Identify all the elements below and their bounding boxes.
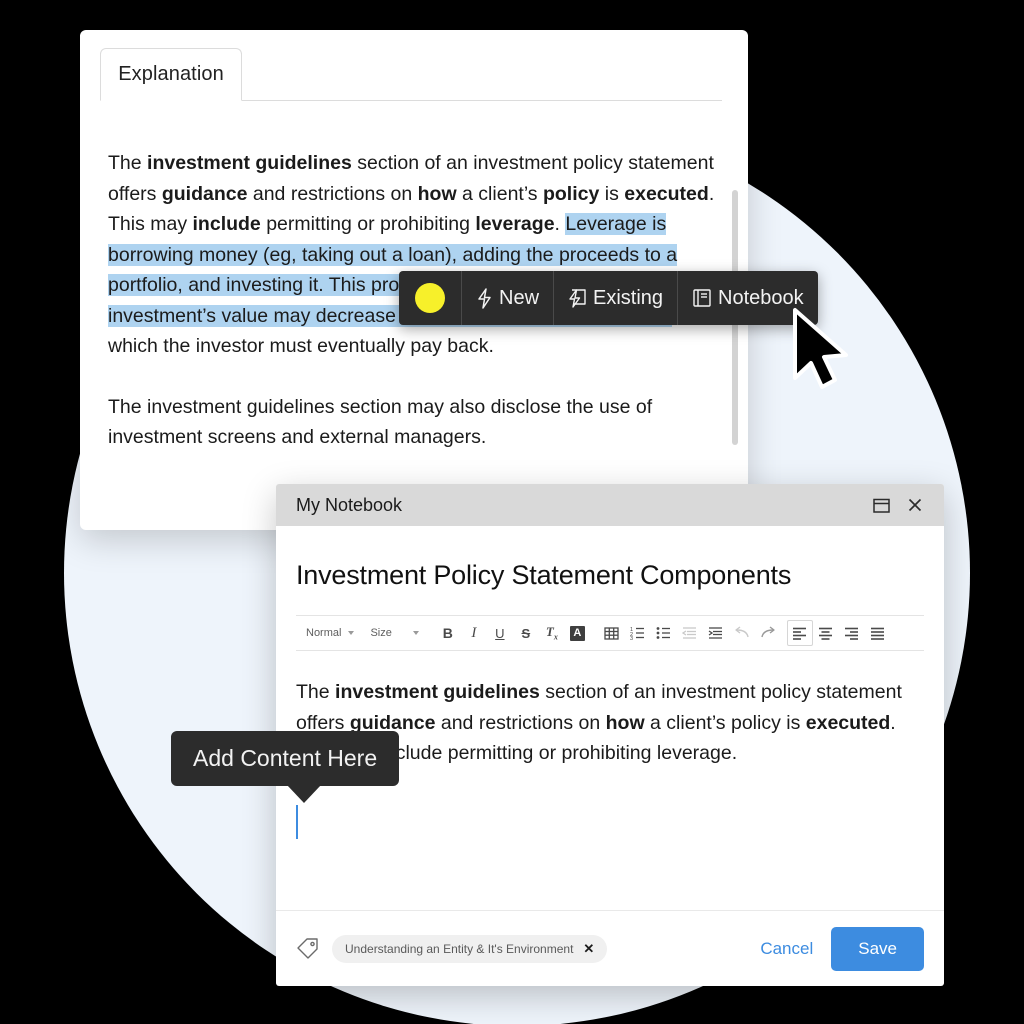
redo-button[interactable] bbox=[755, 620, 781, 646]
save-button[interactable]: Save bbox=[831, 926, 924, 971]
lightning-bolt-in-square-icon bbox=[568, 288, 587, 309]
restore-window-icon[interactable] bbox=[866, 490, 896, 520]
highlight-color-swatch-button[interactable] bbox=[399, 271, 462, 325]
svg-text:3: 3 bbox=[630, 636, 633, 640]
toolbar-notebook-button[interactable]: Notebook bbox=[678, 271, 818, 325]
outdent-button[interactable] bbox=[677, 620, 703, 646]
chevron-down-icon bbox=[412, 631, 419, 635]
book-icon bbox=[692, 288, 712, 308]
tab-explanation[interactable]: Explanation bbox=[100, 48, 242, 101]
notebook-document-title[interactable]: Investment Policy Statement Components bbox=[276, 526, 944, 591]
text-run-bold: executed bbox=[624, 182, 709, 205]
tab-explanation-label: Explanation bbox=[118, 63, 224, 85]
explanation-paragraph-2: The investment guidelines section may al… bbox=[108, 395, 653, 449]
style-dropdown[interactable]: Normal bbox=[298, 627, 362, 639]
size-dropdown[interactable]: Size bbox=[362, 627, 434, 639]
tag-chip[interactable]: Understanding an Entity & It's Environme… bbox=[332, 934, 608, 963]
ordered-list-button[interactable]: 1 2 3 bbox=[625, 620, 651, 646]
highlight-action-toolbar: New Existing Notebook bbox=[399, 271, 818, 325]
text-run: a client’s bbox=[456, 182, 543, 205]
lightning-bolt-icon bbox=[476, 287, 493, 309]
align-justify-button[interactable] bbox=[865, 620, 891, 646]
notebook-editor-area[interactable]: The investment guidelines section of an … bbox=[296, 677, 924, 927]
text-run: The bbox=[108, 152, 148, 174]
text-run-bold: guidance bbox=[161, 182, 248, 205]
text-color-button[interactable]: A bbox=[565, 620, 593, 646]
text-run: which the investor must eventually pay b… bbox=[108, 335, 494, 357]
text-run: a client’s policy is bbox=[644, 711, 806, 734]
add-content-tooltip: Add Content Here bbox=[171, 731, 400, 803]
text-run-bold: investment guidelines bbox=[147, 152, 352, 174]
notebook-titlebar: My Notebook bbox=[276, 484, 944, 526]
bullet-list-button[interactable] bbox=[651, 620, 677, 646]
text-run-bold: policy bbox=[542, 182, 600, 205]
text-run: is bbox=[599, 182, 625, 205]
insert-table-button[interactable] bbox=[599, 620, 625, 646]
rich-text-toolbar: Normal Size B I U S Tx A 1 2 3 bbox=[296, 615, 924, 651]
align-right-button[interactable] bbox=[839, 620, 865, 646]
text-run-bold: leverage bbox=[475, 213, 555, 235]
notebook-window-title: My Notebook bbox=[296, 494, 403, 515]
text-run-bold: how bbox=[605, 711, 645, 734]
text-cursor-caret bbox=[296, 805, 298, 839]
text-run: and restrictions on bbox=[435, 711, 606, 734]
text-run-bold: executed bbox=[805, 711, 891, 734]
screenshot-stage: Explanation The investment guidelines se… bbox=[0, 0, 1024, 1024]
tag-icon[interactable] bbox=[296, 937, 320, 961]
toolbar-new-button[interactable]: New bbox=[462, 271, 555, 325]
text-run: and restrictions on bbox=[247, 182, 418, 205]
tab-strip: Explanation bbox=[80, 48, 748, 128]
undo-button[interactable] bbox=[729, 620, 755, 646]
text-run-bold: investment guidelines bbox=[335, 681, 540, 703]
text-run: permitting or prohibiting bbox=[260, 213, 476, 235]
bold-button[interactable]: B bbox=[435, 620, 461, 646]
tag-remove-icon[interactable]: ✕ bbox=[583, 941, 594, 957]
size-dropdown-label: Size bbox=[370, 627, 392, 639]
clear-format-button[interactable]: Tx bbox=[539, 620, 565, 646]
toolbar-existing-label: Existing bbox=[593, 286, 664, 309]
yellow-circle-icon bbox=[415, 283, 445, 313]
cancel-button[interactable]: Cancel bbox=[742, 931, 831, 967]
toolbar-new-label: New bbox=[499, 286, 540, 309]
notebook-footer: Understanding an Entity & It's Environme… bbox=[276, 910, 944, 986]
indent-button[interactable] bbox=[703, 620, 729, 646]
text-run-bold: include bbox=[192, 213, 261, 235]
toolbar-existing-button[interactable]: Existing bbox=[554, 271, 679, 325]
chevron-down-icon bbox=[348, 631, 355, 635]
explanation-body: The investment guidelines section of an … bbox=[108, 148, 728, 508]
strikethrough-button[interactable]: S bbox=[513, 620, 539, 646]
align-left-button[interactable] bbox=[786, 620, 813, 646]
text-run-bold: how bbox=[417, 182, 457, 205]
text-run: . bbox=[554, 213, 566, 235]
underline-button[interactable]: U bbox=[487, 620, 513, 646]
tag-chip-label: Understanding an Entity & It's Environme… bbox=[345, 941, 574, 956]
italic-button[interactable]: I bbox=[461, 620, 487, 646]
align-center-button[interactable] bbox=[813, 620, 839, 646]
close-icon[interactable] bbox=[900, 490, 930, 520]
text-run: The bbox=[296, 681, 336, 703]
explanation-paragraph-1: The investment guidelines section of an … bbox=[108, 148, 723, 362]
toolbar-notebook-label: Notebook bbox=[718, 286, 804, 309]
text-color-swatch-icon: A bbox=[569, 625, 585, 641]
style-dropdown-label: Normal bbox=[306, 627, 342, 639]
